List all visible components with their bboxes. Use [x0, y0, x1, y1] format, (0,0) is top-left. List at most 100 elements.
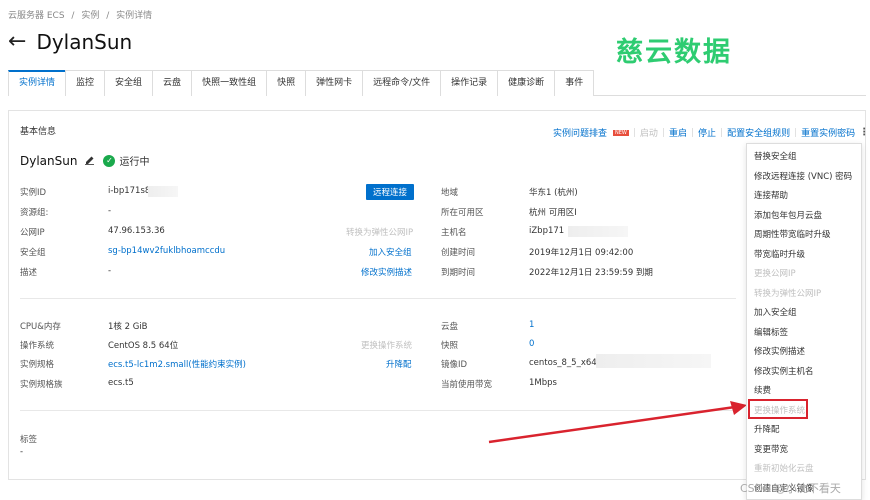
check-icon: ✓ [103, 154, 116, 167]
tab-operation-log[interactable]: 操作记录 [440, 70, 499, 96]
diagnose-link[interactable]: 实例问题排查 [553, 126, 607, 139]
tab-bar: 实例详情 监控 安全组 云盘 快照一致性组 快照 弹性网卡 远程命令/文件 操作… [8, 70, 866, 96]
change-os-link[interactable]: 更换操作系统 [361, 339, 412, 351]
label-expire-time: 到期时间 [441, 268, 476, 278]
menu-item-convert-eip[interactable]: 转换为弹性公网IP [754, 287, 821, 299]
label-os: 操作系统 [20, 341, 55, 351]
page-title: DylanSun [36, 30, 133, 54]
tab-remote-command[interactable]: 远程命令/文件 [362, 70, 442, 96]
redacted-area [148, 186, 178, 197]
label-resource-group: 资源组: [20, 208, 49, 218]
value-image-id: centos_8_5_x64_ [529, 358, 601, 368]
menu-item-periodic-bandwidth[interactable]: 周期性带宽临时升级 [754, 228, 831, 240]
menu-item-connect-help[interactable]: 连接帮助 [754, 189, 788, 201]
watermark-logo: 慈云数据 [616, 37, 732, 68]
upgrade-downgrade-link[interactable]: 升降配 [386, 358, 412, 370]
tab-health-diagnosis[interactable]: 健康诊断 [497, 70, 556, 96]
tab-snapshot-consistency-group[interactable]: 快照一致性组 [191, 70, 268, 96]
label-region: 地域 [441, 188, 459, 198]
menu-item-temp-bandwidth[interactable]: 带宽临时升级 [754, 248, 805, 260]
stop-button[interactable]: 停止 [698, 126, 716, 139]
breadcrumb-sep: / [71, 11, 75, 21]
tab-events[interactable]: 事件 [554, 70, 595, 96]
breadcrumb-current: 实例详情 [116, 11, 153, 21]
value-expire-time: 2022年12月1日 23:59:59 到期 [529, 268, 653, 278]
label-tags: 标签 [20, 435, 38, 445]
label-image-id: 镜像ID [441, 360, 468, 370]
redacted-area [568, 226, 628, 237]
back-arrow-icon[interactable]: ← [8, 31, 26, 53]
breadcrumb: 云服务器 ECS / 实例 / 实例详情 [8, 8, 156, 21]
label-bandwidth: 当前使用带宽 [441, 380, 493, 390]
instance-name-row: DylanSun ✓ 运行中 [20, 153, 149, 169]
label-instance-type: 实例规格 [20, 360, 55, 370]
page-header: ← DylanSun [8, 30, 132, 54]
instance-toolbar: 实例问题排查 NEW | 启动 | 重启 | 停止 | 配置安全组规则 | 重置… [553, 126, 869, 139]
divider: | [632, 127, 636, 138]
convert-eip-link[interactable]: 转换为弹性公网IP [346, 226, 413, 238]
breadcrumb-sep: / [106, 11, 110, 21]
section-divider [20, 298, 736, 299]
redacted-area [596, 354, 711, 368]
menu-item-change-bandwidth[interactable]: 变更带宽 [754, 443, 788, 455]
edit-description-link[interactable]: 修改实例描述 [361, 266, 412, 278]
divider: | [794, 127, 798, 138]
tab-monitoring[interactable]: 监控 [65, 70, 106, 96]
value-snapshots[interactable]: 0 [529, 339, 534, 349]
start-button[interactable]: 启动 [640, 126, 658, 139]
menu-item-vnc-password[interactable]: 修改远程连接 (VNC) 密码 [754, 170, 852, 182]
label-description: 描述 [20, 268, 38, 278]
label-instance-id: 实例ID [20, 188, 47, 198]
reset-password-button[interactable]: 重置实例密码 [801, 126, 855, 139]
menu-item-renew[interactable]: 续费 [754, 384, 771, 396]
label-snapshots: 快照 [441, 341, 459, 351]
label-hostname: 主机名 [441, 228, 467, 238]
breadcrumb-instances[interactable]: 实例 [81, 11, 99, 21]
breadcrumb-ecs[interactable]: 云服务器 ECS [8, 11, 65, 21]
divider: | [690, 127, 695, 138]
divider: | [720, 127, 724, 138]
value-os: CentOS 8.5 64位 [108, 341, 179, 351]
value-disks[interactable]: 1 [529, 320, 534, 330]
label-disks: 云盘 [441, 322, 459, 332]
label-instance-family: 实例规格族 [20, 380, 63, 390]
menu-item-edit-tags[interactable]: 编辑标签 [754, 326, 788, 338]
label-cpu-memory: CPU&内存 [20, 322, 61, 332]
join-security-group-link[interactable]: 加入安全组 [369, 246, 412, 258]
more-actions-menu: 替换安全组 修改远程连接 (VNC) 密码 连接帮助 添加包年包月云盘 周期性带… [746, 143, 862, 500]
value-instance-family: ecs.t5 [108, 378, 134, 388]
menu-item-join-security-group[interactable]: 加入安全组 [754, 306, 797, 318]
value-security-group[interactable]: sg-bp14wv2fuklbhoamccdu [108, 246, 225, 256]
value-zone: 杭州 可用区I [529, 208, 577, 218]
restart-button[interactable]: 重启 [669, 126, 687, 139]
label-created-time: 创建时间 [441, 248, 476, 258]
menu-item-reinit-disk[interactable]: 重新初始化云盘 [754, 462, 814, 474]
tab-snapshots[interactable]: 快照 [266, 70, 307, 96]
tab-security-group[interactable]: 安全组 [104, 70, 154, 96]
menu-item-upgrade-downgrade[interactable]: 升降配 [754, 423, 780, 435]
tab-eni[interactable]: 弹性网卡 [305, 70, 364, 96]
remote-connect-button[interactable]: 远程连接 [366, 184, 415, 200]
new-badge: NEW [613, 129, 629, 136]
security-rule-button[interactable]: 配置安全组规则 [727, 126, 790, 139]
tab-instance-details[interactable]: 实例详情 [8, 70, 67, 96]
value-cpu-memory: 1核 2 GiB [108, 322, 148, 332]
tab-disks[interactable]: 云盘 [152, 70, 193, 96]
label-public-ip: 公网IP [20, 228, 45, 238]
more-options-icon[interactable]: ⋮ [859, 127, 869, 138]
value-instance-type[interactable]: ecs.t5-lc1m2.small(性能约束实例) [108, 358, 246, 370]
menu-item-edit-description[interactable]: 修改实例描述 [754, 345, 805, 357]
label-zone: 所在可用区 [441, 208, 484, 218]
status-badge: ✓ 运行中 [103, 153, 149, 168]
divider: | [661, 127, 665, 138]
menu-item-edit-hostname[interactable]: 修改实例主机名 [754, 365, 814, 377]
value-bandwidth: 1Mbps [529, 378, 557, 388]
status-label: 运行中 [119, 157, 150, 168]
value-resource-group: - [108, 206, 112, 216]
edit-icon[interactable] [85, 154, 95, 168]
menu-item-change-public-ip[interactable]: 更换公网IP [754, 267, 796, 279]
annotation-arrow-icon [488, 401, 747, 444]
value-region: 华东1 (杭州) [529, 188, 578, 198]
menu-item-replace-security-group[interactable]: 替换安全组 [754, 150, 797, 162]
menu-item-add-disk[interactable]: 添加包年包月云盘 [754, 209, 822, 221]
